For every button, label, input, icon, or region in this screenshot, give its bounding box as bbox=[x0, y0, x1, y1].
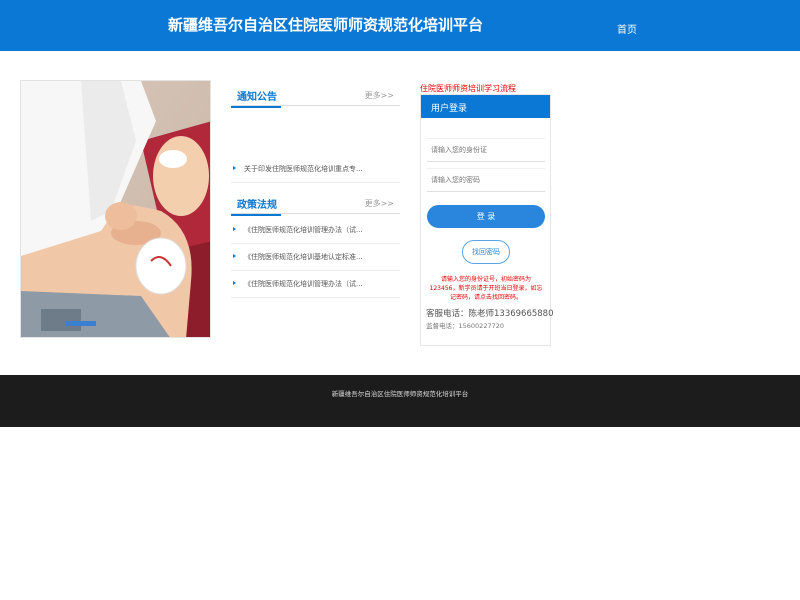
login-notice: 请输入您的身份证号，初始密码为123456，新学员请于开班当日登录，如忘记密码，… bbox=[429, 276, 543, 301]
training-flow-link[interactable]: 住院医师师资培训学习流程 bbox=[420, 83, 516, 94]
bullet-icon bbox=[233, 281, 236, 285]
login-button[interactable]: 登 录 bbox=[427, 205, 545, 228]
login-header: 用户登录 bbox=[421, 95, 550, 118]
notice-section-title: 通知公告 bbox=[231, 88, 281, 108]
notice-item[interactable]: 关于印发住院医师规范化培训重点专... bbox=[231, 157, 400, 183]
image-carousel[interactable] bbox=[20, 80, 211, 338]
service-phone: 客服电话：陈老师13369665880 bbox=[426, 309, 554, 319]
login-title: 用户登录 bbox=[431, 104, 468, 114]
nav-home-link[interactable]: 首页 bbox=[617, 21, 637, 36]
id-number-input[interactable] bbox=[427, 138, 545, 162]
recover-password-button[interactable]: 找回密码 bbox=[462, 240, 510, 264]
notice-more-link[interactable]: 更多>> bbox=[365, 90, 394, 101]
top-header: 新疆维吾尔自治区住院医师师资规范化培训平台 首页 bbox=[0, 0, 800, 51]
policy-section-header: 政策法规 更多>> bbox=[231, 190, 400, 216]
password-input[interactable] bbox=[427, 168, 545, 192]
bullet-icon bbox=[233, 254, 236, 258]
supervise-phone: 监督电话：15600227720 bbox=[426, 322, 504, 330]
policy-more-link[interactable]: 更多>> bbox=[365, 198, 394, 209]
notice-item-text: 关于印发住院医师规范化培训重点专... bbox=[244, 165, 363, 173]
bullet-icon bbox=[233, 166, 236, 170]
cpr-training-photo bbox=[21, 81, 210, 337]
bullet-icon bbox=[233, 227, 236, 231]
footer-text: 新疆维吾尔自治区住院医师师资规范化培训平台 bbox=[331, 390, 469, 398]
policy-item-text: 《住院医师规范化培训管理办法（试... bbox=[244, 226, 363, 234]
policy-item[interactable]: 《住院医师规范化培训管理办法（试... bbox=[231, 272, 400, 298]
policy-item[interactable]: 《住院医师规范化培训管理办法（试... bbox=[231, 218, 400, 244]
page-footer: 新疆维吾尔自治区住院医师师资规范化培训平台 bbox=[0, 375, 800, 427]
site-title: 新疆维吾尔自治区住院医师师资规范化培训平台 bbox=[168, 16, 484, 34]
policy-item-text: 《住院医师规范化培训基地认定标准... bbox=[244, 253, 363, 261]
login-panel: 用户登录 登 录 找回密码 请输入您的身份证号，初始密码为123456，新学员请… bbox=[420, 94, 554, 346]
policy-item-text: 《住院医师规范化培训管理办法（试... bbox=[244, 280, 363, 288]
policy-section-title: 政策法规 bbox=[231, 196, 281, 216]
policy-item[interactable]: 《住院医师规范化培训基地认定标准... bbox=[231, 245, 400, 271]
notice-section-header: 通知公告 更多>> bbox=[231, 82, 400, 108]
